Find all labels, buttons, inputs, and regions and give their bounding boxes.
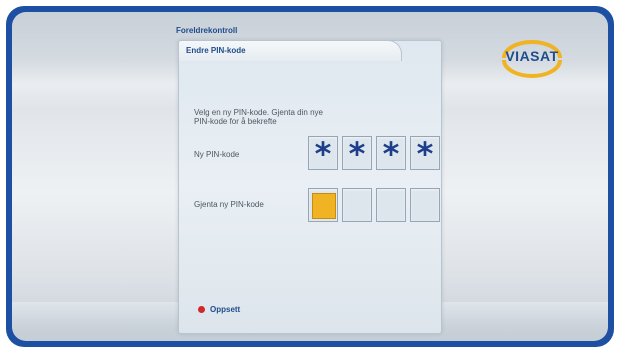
input-cursor [312, 193, 336, 219]
repeat-pin-digit-4[interactable] [410, 188, 440, 222]
digit-mask-icon: * [382, 135, 400, 173]
page-title: Foreldrekontroll [176, 26, 238, 35]
instructions-line-2: PIN-kode for å bekrefte [194, 117, 277, 126]
red-button-icon [198, 306, 205, 313]
screen: Foreldrekontroll Endre PIN-kode VIASAT V… [12, 12, 608, 341]
new-pin-digit-1[interactable]: * [308, 135, 338, 173]
repeat-pin-digit-1[interactable] [308, 188, 338, 222]
repeat-pin-label: Gjenta ny PIN-kode [194, 200, 264, 209]
instructions: Velg en ny PIN-kode. Gjenta din nye PIN-… [194, 108, 394, 126]
setup-button[interactable]: Oppsett [210, 305, 240, 314]
repeat-pin-digit-2[interactable] [342, 188, 372, 222]
logo-text: VIASAT [505, 48, 559, 64]
digit-mask-icon: * [348, 135, 366, 173]
new-pin-digit-2[interactable]: * [342, 135, 372, 173]
pin-panel [178, 40, 442, 334]
digit-mask-icon: * [416, 135, 434, 173]
viasat-logo: VIASAT [498, 38, 566, 78]
new-pin-digit-4[interactable]: * [410, 135, 440, 173]
digit-mask-icon: * [314, 135, 332, 173]
repeat-pin-digit-3[interactable] [376, 188, 406, 222]
instructions-line-1: Velg en ny PIN-kode. Gjenta din nye [194, 108, 323, 117]
new-pin-label: Ny PIN-kode [194, 150, 240, 159]
new-pin-digit-3[interactable]: * [376, 135, 406, 173]
tab-change-pin-label: Endre PIN-kode [186, 46, 246, 55]
